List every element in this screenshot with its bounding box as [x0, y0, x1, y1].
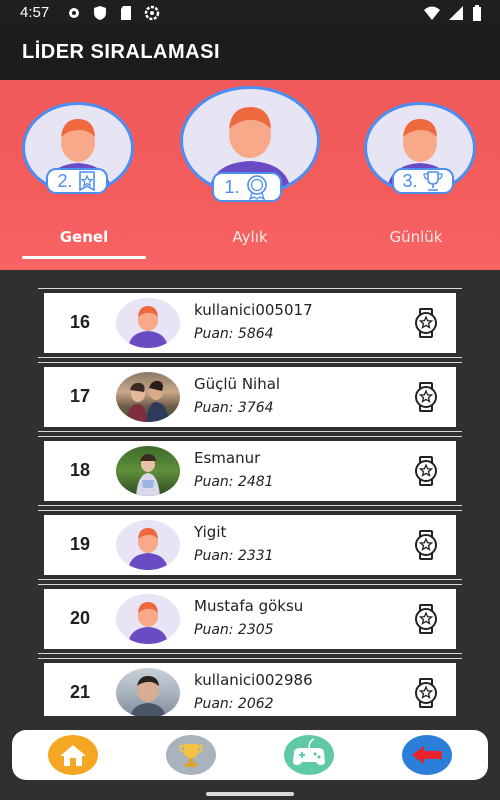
rank-number: 21: [69, 682, 91, 702]
user-score: Puan: 2331: [194, 548, 274, 564]
ribbon-star-icon: [78, 171, 95, 192]
medal-icon: [415, 604, 437, 634]
user-name: kullanici005017: [194, 301, 313, 319]
user-name: Yigit: [194, 523, 227, 541]
avatar: [116, 520, 180, 570]
bottom-navigation: [12, 730, 488, 780]
home-icon: [48, 735, 98, 775]
medal-icon: [415, 382, 437, 412]
leaderboard-list[interactable]: 16 kullanici005017 Puan: 5864 17 Güçlü N…: [38, 288, 462, 716]
user-score: Puan: 5864: [194, 326, 274, 342]
back-arrow-icon: [402, 735, 452, 775]
podium-rank-second: 2.: [46, 168, 108, 194]
user-score: Puan: 2062: [194, 696, 274, 712]
settings-icon: [69, 8, 79, 18]
back-button[interactable]: [402, 735, 452, 775]
user-name: kullanici002986: [194, 671, 313, 689]
list-item[interactable]: 20 Mustafa göksu Puan: 2305: [38, 584, 462, 654]
tab-daily[interactable]: Günlük: [356, 228, 476, 246]
status-time: 4:57: [20, 4, 50, 21]
podium-rank-third: 3.: [392, 168, 454, 194]
trophy-icon: [422, 171, 443, 191]
medal-icon: [415, 678, 437, 708]
user-score: Puan: 3764: [194, 400, 274, 416]
medal-icon: [415, 456, 437, 486]
list-item[interactable]: 16 kullanici005017 Puan: 5864: [38, 288, 462, 358]
status-bar: 4:57: [0, 0, 500, 26]
list-item[interactable]: 21 kullanici002986 Puan: 2062: [38, 658, 462, 716]
leaderboard-card[interactable]: 20 Mustafa göksu Puan: 2305: [44, 589, 456, 649]
user-score: Puan: 2305: [194, 622, 274, 638]
rank-label: 1.: [224, 176, 240, 197]
play-button[interactable]: [284, 735, 334, 775]
podium-rank-first: 1.: [212, 172, 282, 202]
avatar-photo: [116, 668, 180, 716]
page-title: LİDER SIRALAMASI: [22, 41, 220, 63]
rank-label: 2.: [57, 170, 73, 191]
battery-icon: [473, 5, 481, 21]
medal-icon: [415, 530, 437, 560]
leaderboard-button[interactable]: [166, 735, 216, 775]
rank-label: 3.: [402, 170, 418, 191]
avatar: [116, 298, 180, 348]
medal-icon: [415, 308, 437, 338]
rank-number: 16: [69, 312, 91, 332]
shield-icon: [94, 6, 106, 20]
leaderboard-card[interactable]: 19 Yigit Puan: 2331: [44, 515, 456, 575]
gamepad-icon: [284, 735, 334, 775]
leaderboard-card[interactable]: 18 Esmanur Puan: 2481: [44, 441, 456, 501]
app-bar: LİDER SIRALAMASI: [0, 26, 500, 80]
rank-number: 19: [69, 534, 91, 554]
wifi-icon: [424, 6, 440, 20]
home-button[interactable]: [48, 735, 98, 775]
avatar-photo: [116, 446, 180, 496]
rank-number: 17: [69, 386, 91, 406]
leaderboard-card[interactable]: 17 Güçlü Nihal Puan: 3764: [44, 367, 456, 427]
avatar-photo: [116, 372, 180, 422]
user-score: Puan: 2481: [194, 474, 274, 490]
rank-number: 20: [69, 608, 91, 628]
tab-monthly[interactable]: Aylık: [190, 228, 310, 246]
signal-icon: [449, 6, 463, 20]
user-name: Mustafa göksu: [194, 597, 304, 615]
list-item[interactable]: 19 Yigit Puan: 2331: [38, 510, 462, 580]
leaderboard-card[interactable]: 21 kullanici002986 Puan: 2062: [44, 663, 456, 716]
leaderboard-card[interactable]: 16 kullanici005017 Puan: 5864: [44, 293, 456, 353]
sd-card-icon: [121, 6, 131, 20]
gear-icon: [144, 5, 160, 21]
user-name: Güçlü Nihal: [194, 375, 281, 393]
system-home-indicator[interactable]: [206, 792, 294, 796]
avatar: [116, 594, 180, 644]
medal-icon: [246, 175, 267, 200]
tab-general[interactable]: Genel: [22, 228, 146, 246]
trophy-icon: [166, 735, 216, 775]
rank-number: 18: [69, 460, 91, 480]
tab-indicator: [22, 256, 146, 259]
list-item[interactable]: 18 Esmanur Puan: 2481: [38, 436, 462, 506]
list-item[interactable]: 17 Güçlü Nihal Puan: 3764: [38, 362, 462, 432]
user-name: Esmanur: [194, 449, 261, 467]
